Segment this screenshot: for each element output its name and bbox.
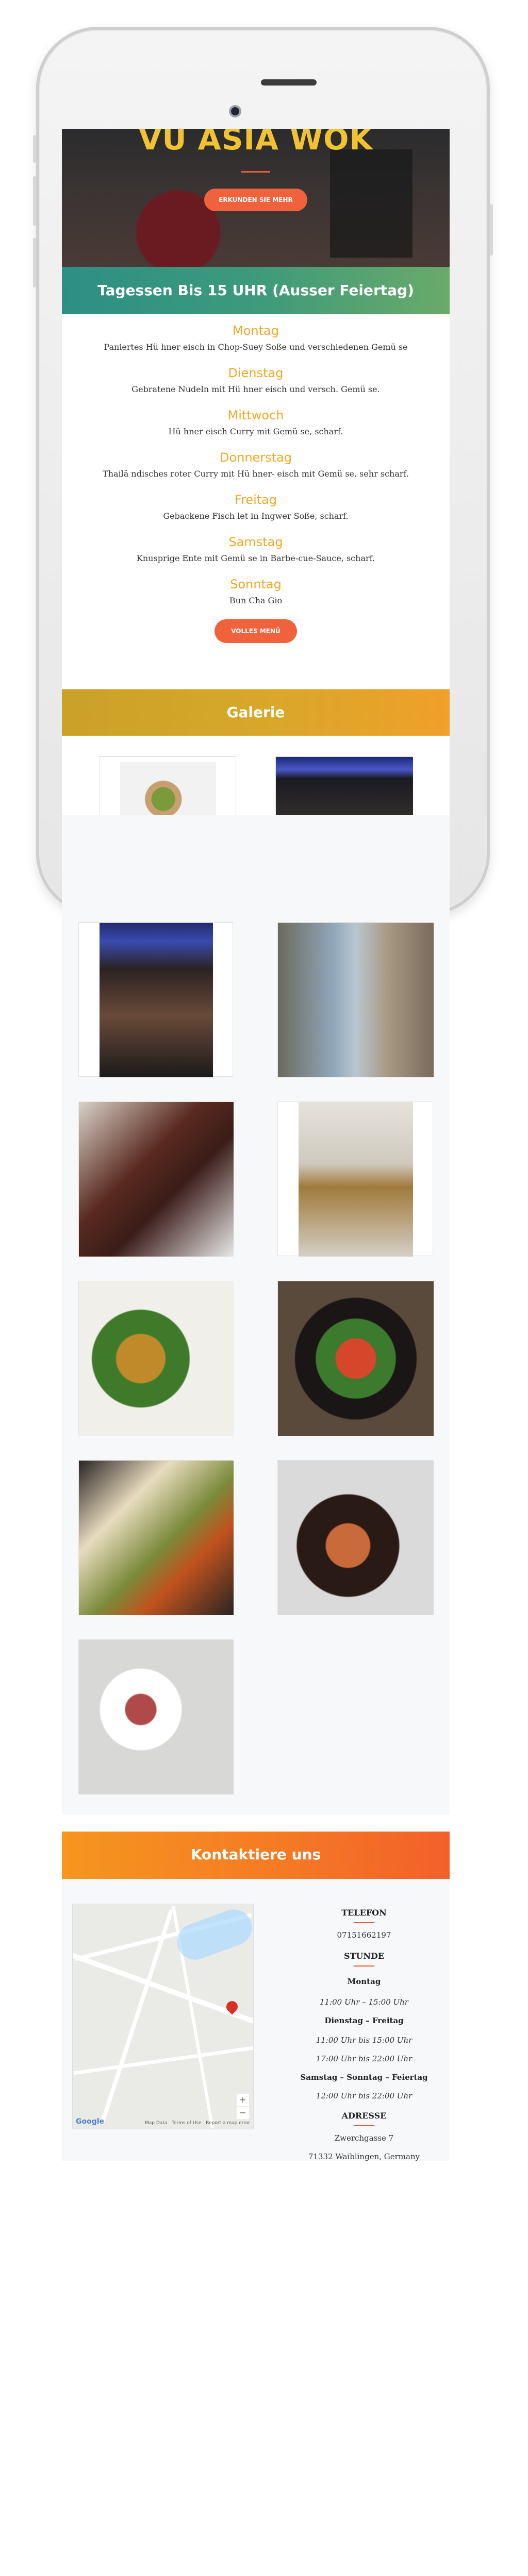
hero-divider xyxy=(241,171,270,173)
day-label: Sonntag xyxy=(230,577,282,591)
dish-text: Knusprige Ente mit Gemü se in Barbe-cue-… xyxy=(136,553,375,563)
power-button xyxy=(490,204,493,256)
day-label: Samstag xyxy=(228,535,283,549)
gallery-section xyxy=(62,815,450,1815)
phone-number[interactable]: 07151662197 xyxy=(278,1930,450,1940)
day-label: Mittwoch xyxy=(227,408,284,422)
zoom-out-button[interactable]: − xyxy=(237,2107,249,2119)
explore-button[interactable]: ERKUNDEN SIE MEHR xyxy=(204,189,307,211)
address-city: 71332 Waiblingen, Germany xyxy=(308,2152,420,2161)
front-camera-icon xyxy=(229,105,241,117)
hours-time: 11:00 Uhr – 15:00 Uhr xyxy=(320,1997,408,2007)
dish-text: Gebratene Nudeln mit Hü hner eisch und v… xyxy=(131,384,380,394)
gallery-photo-food-top[interactable] xyxy=(99,756,236,815)
gallery-photo[interactable] xyxy=(277,1101,433,1257)
hours-day: Samstag – Sonntag – Feiertag xyxy=(300,2073,428,2082)
report-error-link[interactable]: Report a map error xyxy=(206,2121,250,2126)
day-label: Dienstag xyxy=(228,366,284,380)
hours-time: 12:00 Uhr bis 22:00 Uhr xyxy=(316,2091,412,2100)
hours-day: Dienstag – Freitag xyxy=(324,2016,404,2025)
location-map[interactable]: + − Google Map Data Terms of Use Report … xyxy=(72,1904,254,2129)
hero-title: VU ASIA WOK xyxy=(138,129,373,157)
map-data-link[interactable]: Map Data xyxy=(145,2121,167,2126)
gallery-photo[interactable] xyxy=(78,1281,234,1436)
volume-down-button xyxy=(33,238,36,287)
gallery-banner: Galerie xyxy=(62,689,450,736)
hours-label: STUNDE xyxy=(343,1951,385,1961)
lunch-title: Tagessen Bis 15 UHR (Ausser Feiertag) xyxy=(97,282,414,299)
gallery-photo[interactable] xyxy=(78,1460,234,1615)
contact-banner: Kontaktiere uns xyxy=(62,1832,450,1879)
dish-text: Thailä ndisches roter Curry mit Hü hner-… xyxy=(103,469,409,479)
gallery-photo[interactable] xyxy=(277,922,434,1077)
divider xyxy=(354,2125,374,2126)
dish-text: Paniertes Hü hner eisch in Chop-Suey Soß… xyxy=(104,342,408,352)
gallery-photo[interactable] xyxy=(277,1281,434,1436)
day-label: Freitag xyxy=(234,493,277,507)
map-footer: Map Data Terms of Use Report a map error xyxy=(145,2121,250,2126)
dish-text: Hü hner eisch Curry mit Gemü se, scharf. xyxy=(168,427,343,436)
full-menu-button[interactable]: VOLLES MENÜ xyxy=(214,619,297,643)
terms-link[interactable]: Terms of Use xyxy=(172,2121,202,2126)
mute-switch xyxy=(33,135,36,163)
gallery-photo[interactable] xyxy=(78,922,233,1077)
address-street: Zwerchgasse 7 xyxy=(334,2133,394,2143)
hours-time: 11:00 Uhr bis 15:00 Uhr xyxy=(316,2036,412,2045)
zoom-in-button[interactable]: + xyxy=(237,2094,249,2106)
gallery-title: Galerie xyxy=(226,704,285,721)
phone-label: TELEFON xyxy=(341,1908,387,1918)
volume-up-button xyxy=(33,176,36,226)
lunch-banner: Tagessen Bis 15 UHR (Ausser Feiertag) xyxy=(62,267,450,314)
divider xyxy=(354,1965,374,1967)
day-label: Montag xyxy=(233,324,279,338)
phone-speaker xyxy=(261,79,317,86)
hours-day: Montag xyxy=(347,1977,381,1986)
phone-screen: VU ASIA WOK ERKUNDEN SIE MEHR Tagessen B… xyxy=(62,129,450,815)
gallery-photo[interactable] xyxy=(277,1460,434,1615)
dish-text: Bun Cha Gio xyxy=(229,596,283,605)
day-label: Donnerstag xyxy=(219,450,292,465)
divider xyxy=(354,1922,374,1923)
gallery-photo[interactable] xyxy=(78,1101,234,1257)
gallery-photo-restaurant-top[interactable] xyxy=(275,756,413,815)
hero-section: VU ASIA WOK ERKUNDEN SIE MEHR xyxy=(62,129,450,267)
contact-section: Kontaktiere uns + − Google Map Data Term… xyxy=(62,1832,450,2161)
map-brand-logo: Google xyxy=(76,2117,105,2126)
gallery-photo[interactable] xyxy=(78,1639,234,1794)
dish-text: Gebackene Fisch let in Ingwer Soße, scha… xyxy=(163,511,349,521)
address-label: ADRESSE xyxy=(341,2111,387,2121)
hours-time: 17:00 Uhr bis 22:00 Uhr xyxy=(316,2054,412,2063)
contact-title: Kontaktiere uns xyxy=(190,1846,321,1863)
